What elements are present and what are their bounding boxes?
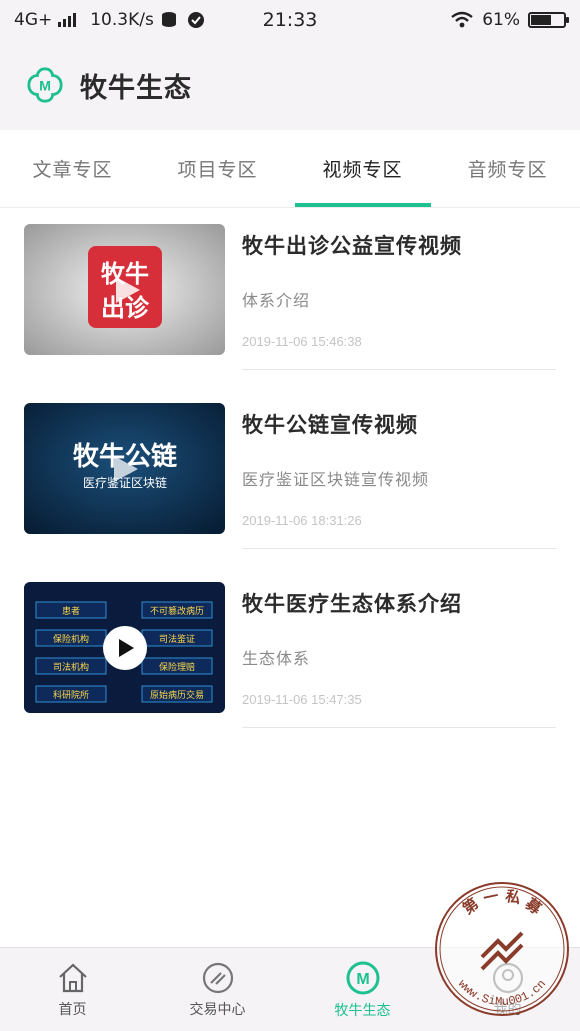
signal-icon xyxy=(58,13,77,27)
thumb-label: 科研院所 xyxy=(53,689,89,701)
app-header: M 牧牛生态 xyxy=(0,40,580,130)
nav-label: 交易中心 xyxy=(189,1001,246,1018)
tab-articles[interactable]: 文章专区 xyxy=(0,130,145,207)
video-desc: 生态体系 xyxy=(242,649,311,668)
tab-videos[interactable]: 视频专区 xyxy=(290,130,435,207)
video-desc: 医疗鉴证区块链宣传视频 xyxy=(242,470,430,489)
battery-icon xyxy=(528,12,569,28)
list-item[interactable]: 患者 不可篡改病历 保险机构 司法鉴证 司法机构 保险理赔 科研院所 原始病历交… xyxy=(0,566,580,745)
cow-logo-icon: M xyxy=(27,67,63,103)
svg-text:M: M xyxy=(356,971,369,988)
watermark-seal: 第 一 私 募 www.SiMu001.cn xyxy=(435,882,569,1016)
thumb-label: 原始病历交易 xyxy=(150,689,204,701)
cow-logo-icon: M xyxy=(346,961,379,994)
video-time: 2019-11-06 15:46:38 xyxy=(242,334,362,349)
video-thumbnail[interactable]: 牧牛 出诊 xyxy=(24,224,225,355)
list-item[interactable]: 牧牛 出诊 牧牛出诊公益宣传视频 体系介绍 2019-11-06 15:46:3… xyxy=(0,208,580,387)
thumb-text-2: 出诊 xyxy=(101,294,150,322)
video-title[interactable]: 牧牛医疗生态体系介绍 xyxy=(242,588,556,618)
wifi-icon xyxy=(451,11,473,28)
video-desc: 体系介绍 xyxy=(242,291,311,310)
network-type: 4G+ xyxy=(14,10,53,30)
nav-label: 首页 xyxy=(58,1001,87,1018)
category-tabs: 文章专区 项目专区 视频专区 音频专区 xyxy=(0,130,580,208)
nav-home[interactable]: 首页 xyxy=(0,948,145,1031)
tab-projects[interactable]: 项目专区 xyxy=(145,130,290,207)
video-thumbnail[interactable]: 牧牛公链 医疗鉴证区块链 xyxy=(24,403,225,534)
page-title: 牧牛生态 xyxy=(80,72,192,104)
thumb-label: 保险理赔 xyxy=(159,661,195,673)
network-speed: 10.3K/s xyxy=(90,10,154,30)
video-title[interactable]: 牧牛公链宣传视频 xyxy=(242,409,556,439)
thumb-label: 保险机构 xyxy=(53,633,89,645)
trade-icon xyxy=(202,962,233,993)
home-icon xyxy=(58,963,87,992)
video-time: 2019-11-06 15:47:35 xyxy=(242,692,362,707)
video-thumbnail[interactable]: 患者 不可篡改病历 保险机构 司法鉴证 司法机构 保险理赔 科研院所 原始病历交… xyxy=(24,582,225,713)
list-item[interactable]: 牧牛公链 医疗鉴证区块链 牧牛公链宣传视频 医疗鉴证区块链宣传视频 2019-1… xyxy=(0,387,580,566)
video-title[interactable]: 牧牛出诊公益宣传视频 xyxy=(242,230,556,260)
video-list: 牧牛 出诊 牧牛出诊公益宣传视频 体系介绍 2019-11-06 15:46:3… xyxy=(0,208,580,745)
thumb-text-2: 医疗鉴证区块链 xyxy=(83,475,167,490)
video-time: 2019-11-06 18:31:26 xyxy=(242,513,362,528)
thumb-label: 不可篡改病历 xyxy=(150,605,204,617)
data-saver-icon xyxy=(161,12,176,27)
status-bar: 4G+ 10.3K/s 21:33 61% xyxy=(0,0,580,40)
battery-percent: 61% xyxy=(482,10,520,30)
svg-text:M: M xyxy=(39,79,51,95)
nav-trade[interactable]: 交易中心 xyxy=(145,948,290,1031)
thumb-label: 患者 xyxy=(62,605,80,617)
nav-label: 牧牛生态 xyxy=(334,1002,391,1019)
thumb-label: 司法机构 xyxy=(53,661,89,673)
thumb-label: 司法鉴证 xyxy=(159,633,195,645)
nav-ecology[interactable]: M 牧牛生态 xyxy=(290,948,435,1031)
check-circle-icon xyxy=(187,12,204,28)
tab-audio[interactable]: 音频专区 xyxy=(435,130,580,207)
